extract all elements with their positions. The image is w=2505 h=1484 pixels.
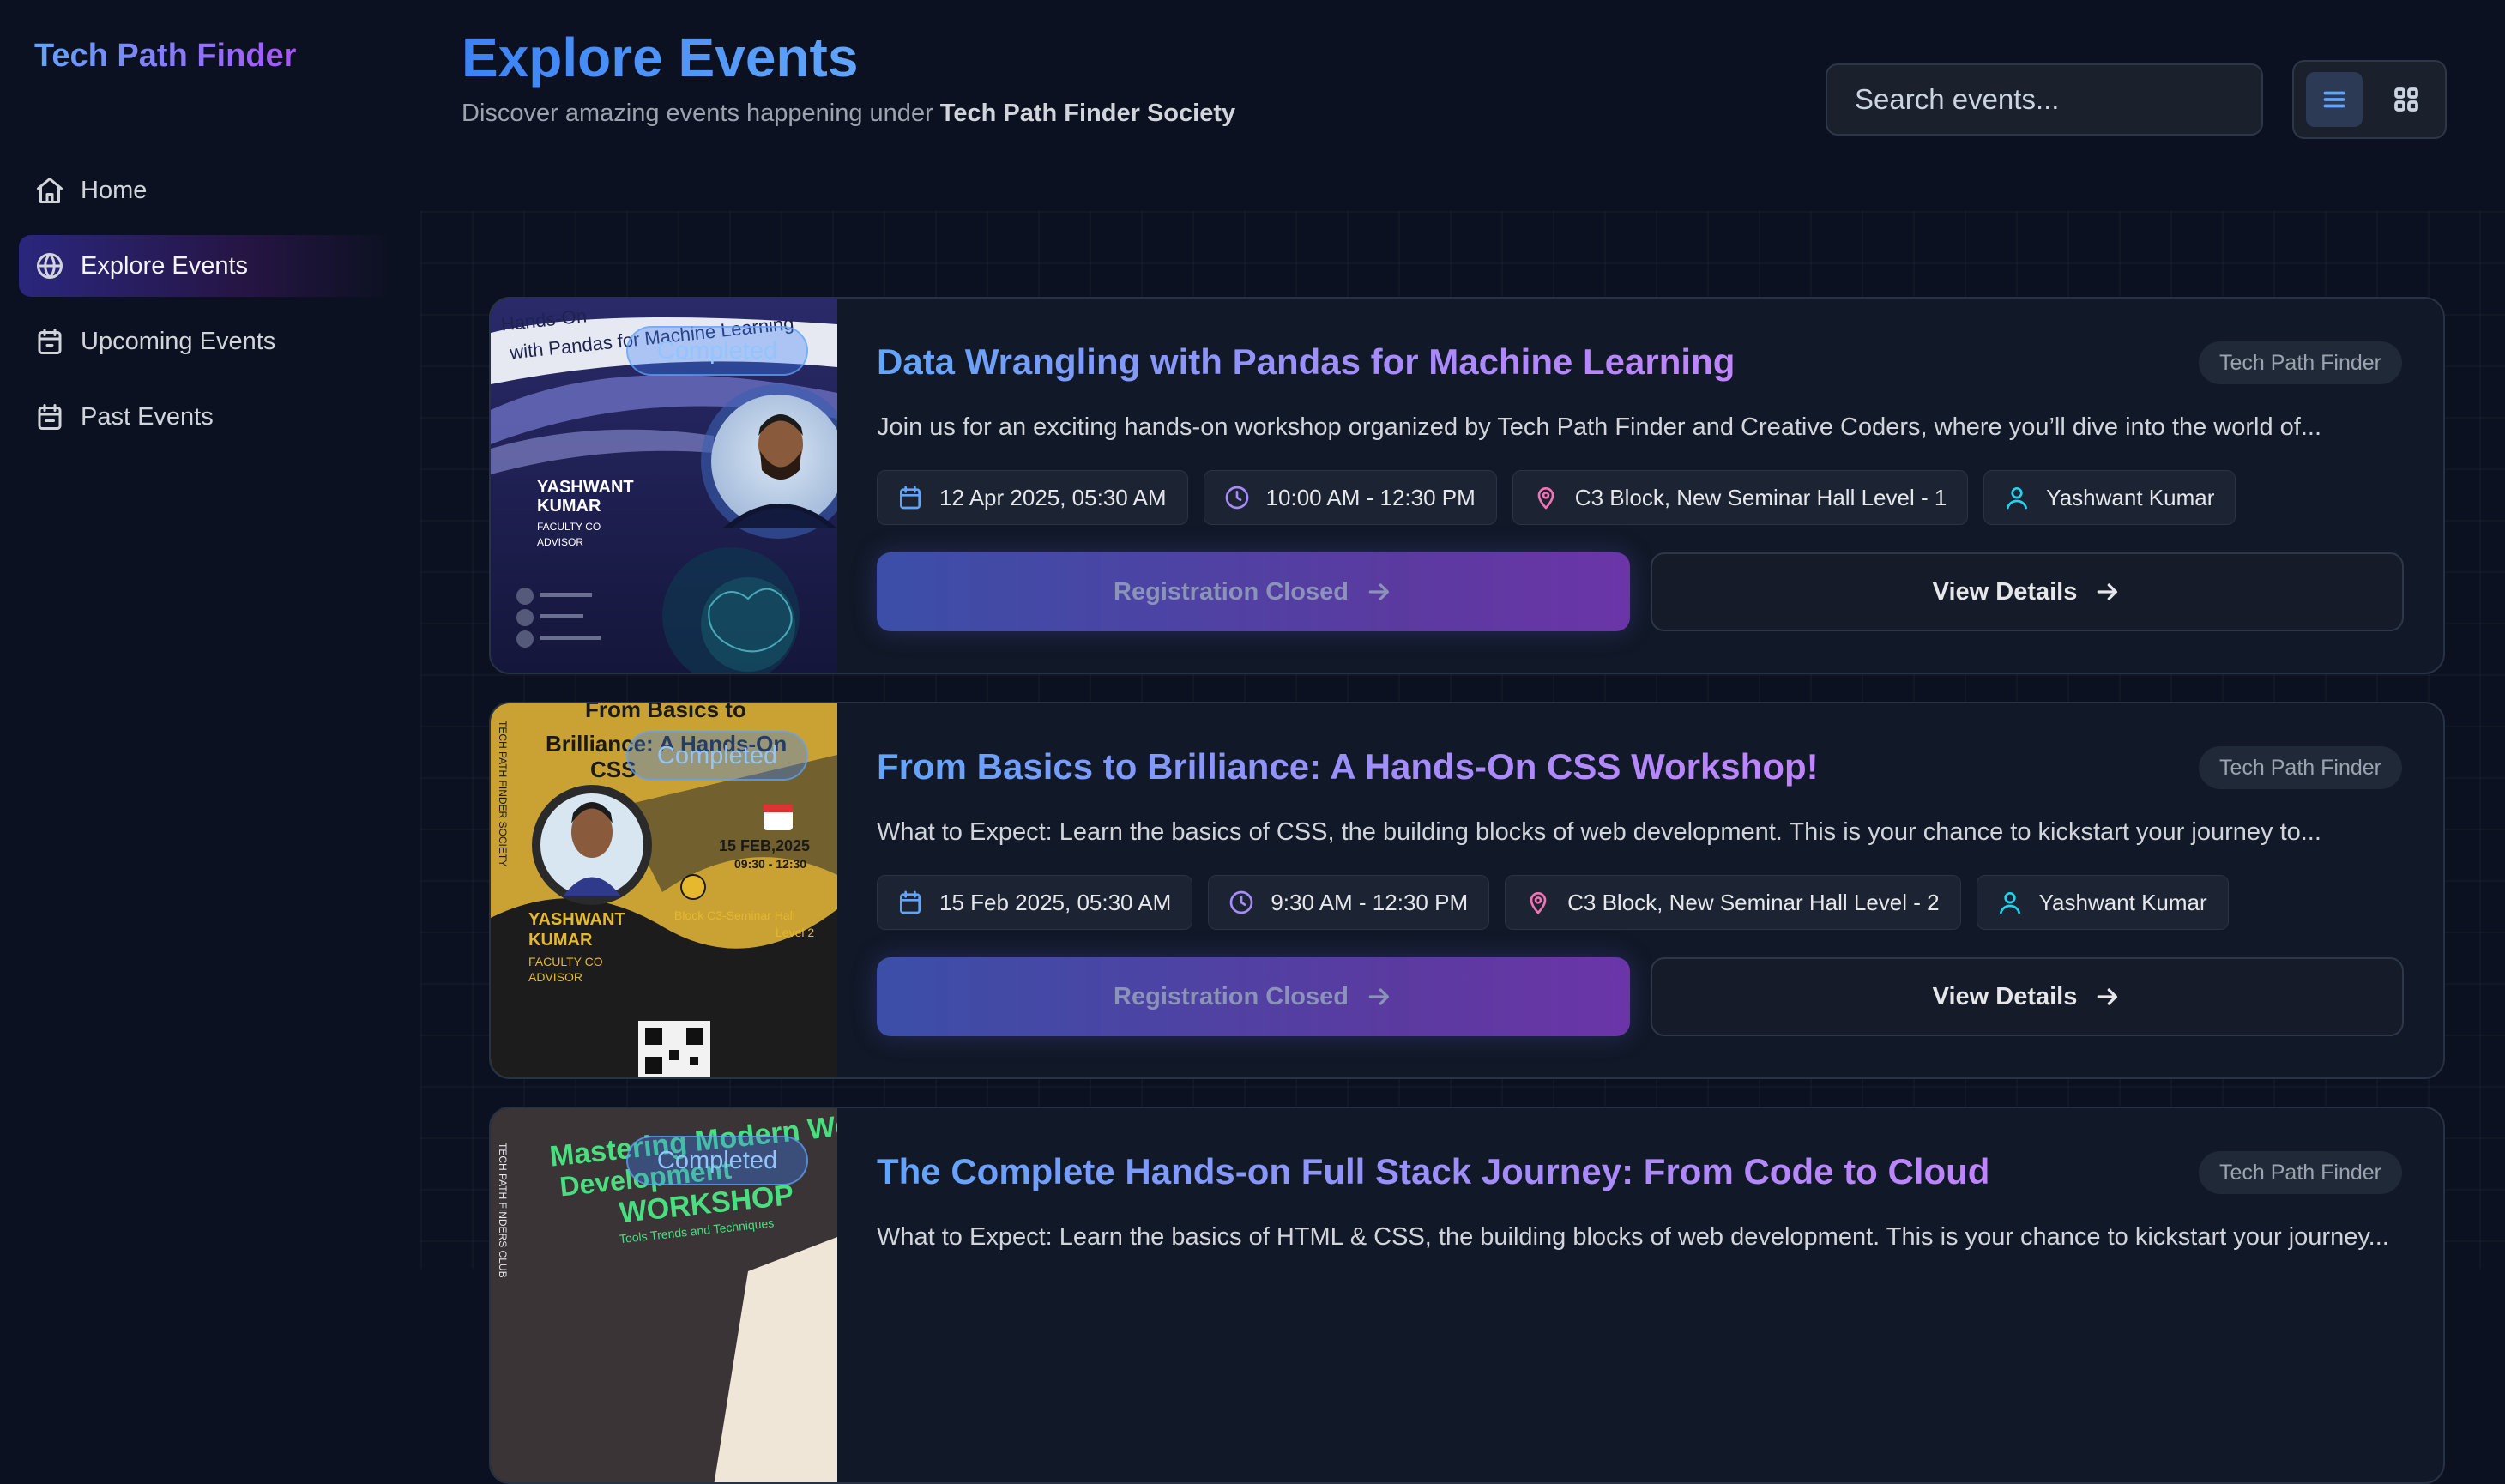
event-title[interactable]: The Complete Hands-on Full Stack Journey… [877, 1151, 1989, 1192]
poster-text: 15 FEB,2025 [719, 837, 810, 854]
sidebar-item-label: Past Events [81, 402, 214, 431]
view-toggle [2292, 60, 2447, 139]
organizer-tag: Tech Path Finder [2199, 746, 2402, 789]
view-details-button[interactable]: View Details [1651, 957, 2404, 1036]
poster-text: YASHWANT [537, 478, 634, 497]
sidebar: Tech Path Finder Home Explore Events Upc… [0, 0, 412, 1269]
poster-text: FACULTY CO [528, 955, 603, 968]
calendar-icon [38, 329, 62, 354]
date-chip: 15 Feb 2025, 05:30 AM [877, 875, 1193, 930]
registration-closed-button: Registration Closed [877, 957, 1630, 1036]
event-description: Join us for an exciting hands-on worksho… [877, 413, 2321, 441]
globe-icon [37, 253, 63, 279]
time-chip: 9:30 AM - 12:30 PM [1208, 875, 1490, 930]
event-time: 9:30 AM - 12:30 PM [1271, 889, 1469, 915]
event-card[interactable]: Hands-On with Pandas for Machine Learnin… [489, 297, 2445, 674]
map-pin-icon [1537, 487, 1554, 510]
event-meta: 15 Feb 2025, 05:30 AM 9:30 AM - 12:30 PM… [877, 875, 2229, 930]
subtitle-text: Discover amazing events happening under [462, 100, 933, 127]
page-subtitle: Discover amazing events happening under … [462, 100, 1235, 128]
speaker-chip: Yashwant Kumar [1976, 875, 2229, 930]
status-badge: Completed [626, 326, 808, 376]
list-view-button[interactable] [2306, 72, 2363, 127]
event-time: 10:00 AM - 12:30 PM [1265, 484, 1476, 510]
event-poster[interactable]: Hands-On with Pandas for Machine Learnin… [491, 299, 837, 673]
event-description: What to Expect: Learn the basics of HTML… [877, 1223, 2389, 1251]
poster-text: KUMAR [537, 497, 601, 516]
sidebar-item-past-events[interactable]: Past Events [19, 386, 396, 448]
button-label: Registration Closed [1114, 982, 1349, 1010]
event-speaker: Yashwant Kumar [2038, 889, 2207, 915]
brand-logo[interactable]: Tech Path Finder [34, 38, 296, 75]
poster-text: TECH PATH FINDERS CLUB [497, 1143, 509, 1278]
button-label: Registration Closed [1114, 577, 1349, 606]
event-poster[interactable]: Mastering Modern Web Development WORKSHO… [491, 1108, 837, 1482]
event-title[interactable]: Data Wrangling with Pandas for Machine L… [877, 341, 1735, 383]
event-description: What to Expect: Learn the basics of CSS,… [877, 818, 2321, 846]
venue-chip: C3 Block, New Seminar Hall Level - 1 [1512, 470, 1969, 525]
poster-text: FACULTY CO [537, 521, 601, 533]
sidebar-item-label: Home [81, 176, 148, 204]
home-icon [37, 178, 63, 203]
event-card[interactable]: From Basics to Brilliance: A Hands-On CS… [489, 702, 2445, 1079]
date-chip: 12 Apr 2025, 05:30 AM [877, 470, 1188, 525]
event-venue: C3 Block, New Seminar Hall Level - 1 [1574, 484, 1947, 510]
event-venue: C3 Block, New Seminar Hall Level - 2 [1567, 889, 1940, 915]
registration-closed-button: Registration Closed [877, 552, 1630, 631]
grid-icon [2394, 87, 2418, 112]
venue-chip: C3 Block, New Seminar Hall Level - 2 [1505, 875, 1961, 930]
sidebar-item-label: Upcoming Events [81, 327, 276, 355]
page-title: Explore Events [462, 27, 859, 88]
poster-text: Level 2 [776, 926, 814, 939]
poster-text: ADVISOR [528, 970, 582, 984]
grid-view-button[interactable] [2378, 72, 2435, 127]
poster-text: From Basics to [585, 703, 746, 722]
view-details-button[interactable]: View Details [1651, 552, 2404, 631]
event-meta: 12 Apr 2025, 05:30 AM 10:00 AM - 12:30 P… [877, 470, 2236, 525]
list-icon [2323, 91, 2345, 108]
time-chip: 10:00 AM - 12:30 PM [1203, 470, 1497, 525]
event-poster[interactable]: From Basics to Brilliance: A Hands-On CS… [491, 703, 837, 1077]
sidebar-item-explore-events[interactable]: Explore Events [19, 235, 396, 297]
clock-icon [1229, 890, 1253, 914]
button-label: View Details [1932, 577, 2078, 606]
event-date: 15 Feb 2025, 05:30 AM [939, 889, 1172, 915]
sidebar-item-upcoming-events[interactable]: Upcoming Events [19, 311, 396, 372]
sidebar-item-label: Explore Events [81, 251, 249, 280]
status-badge: Completed [626, 731, 808, 781]
poster-text: YASHWANT [528, 910, 625, 929]
poster-text: Block C3-Seminar Hall [674, 908, 795, 922]
event-card[interactable]: Mastering Modern Web Development WORKSHO… [489, 1107, 2445, 1484]
sidebar-nav: Home Explore Events Upcoming Events Past… [19, 160, 396, 461]
poster-text: KUMAR [528, 931, 593, 950]
map-pin-icon [1530, 892, 1547, 914]
organizer-tag: Tech Path Finder [2199, 341, 2402, 384]
arrow-right-icon [2098, 583, 2118, 600]
user-icon [1999, 892, 2020, 914]
poster-text: TECH PATH FINDER SOCIETY [497, 721, 509, 866]
status-badge: Completed [626, 1136, 808, 1185]
clock-icon [1225, 486, 1248, 510]
organizer-tag: Tech Path Finder [2199, 1151, 2402, 1194]
arrow-right-icon [1368, 583, 1389, 600]
user-icon [2007, 487, 2028, 510]
subtitle-org: Tech Path Finder Society [939, 100, 1236, 127]
arrow-right-icon [1368, 988, 1389, 1005]
speaker-chip: Yashwant Kumar [1983, 470, 2236, 525]
calendar-icon [900, 890, 921, 914]
poster-text: ADVISOR [537, 536, 583, 548]
button-label: View Details [1932, 982, 2078, 1010]
event-speaker: Yashwant Kumar [2046, 484, 2215, 510]
poster-text: 09:30 - 12:30 [734, 857, 806, 871]
search-input[interactable] [1826, 63, 2263, 136]
event-date: 12 Apr 2025, 05:30 AM [939, 484, 1167, 510]
arrow-right-icon [2098, 988, 2118, 1005]
calendar-icon [900, 486, 921, 510]
sidebar-item-home[interactable]: Home [19, 160, 396, 221]
calendar-icon [38, 404, 62, 430]
event-title[interactable]: From Basics to Brilliance: A Hands-On CS… [877, 746, 1819, 787]
